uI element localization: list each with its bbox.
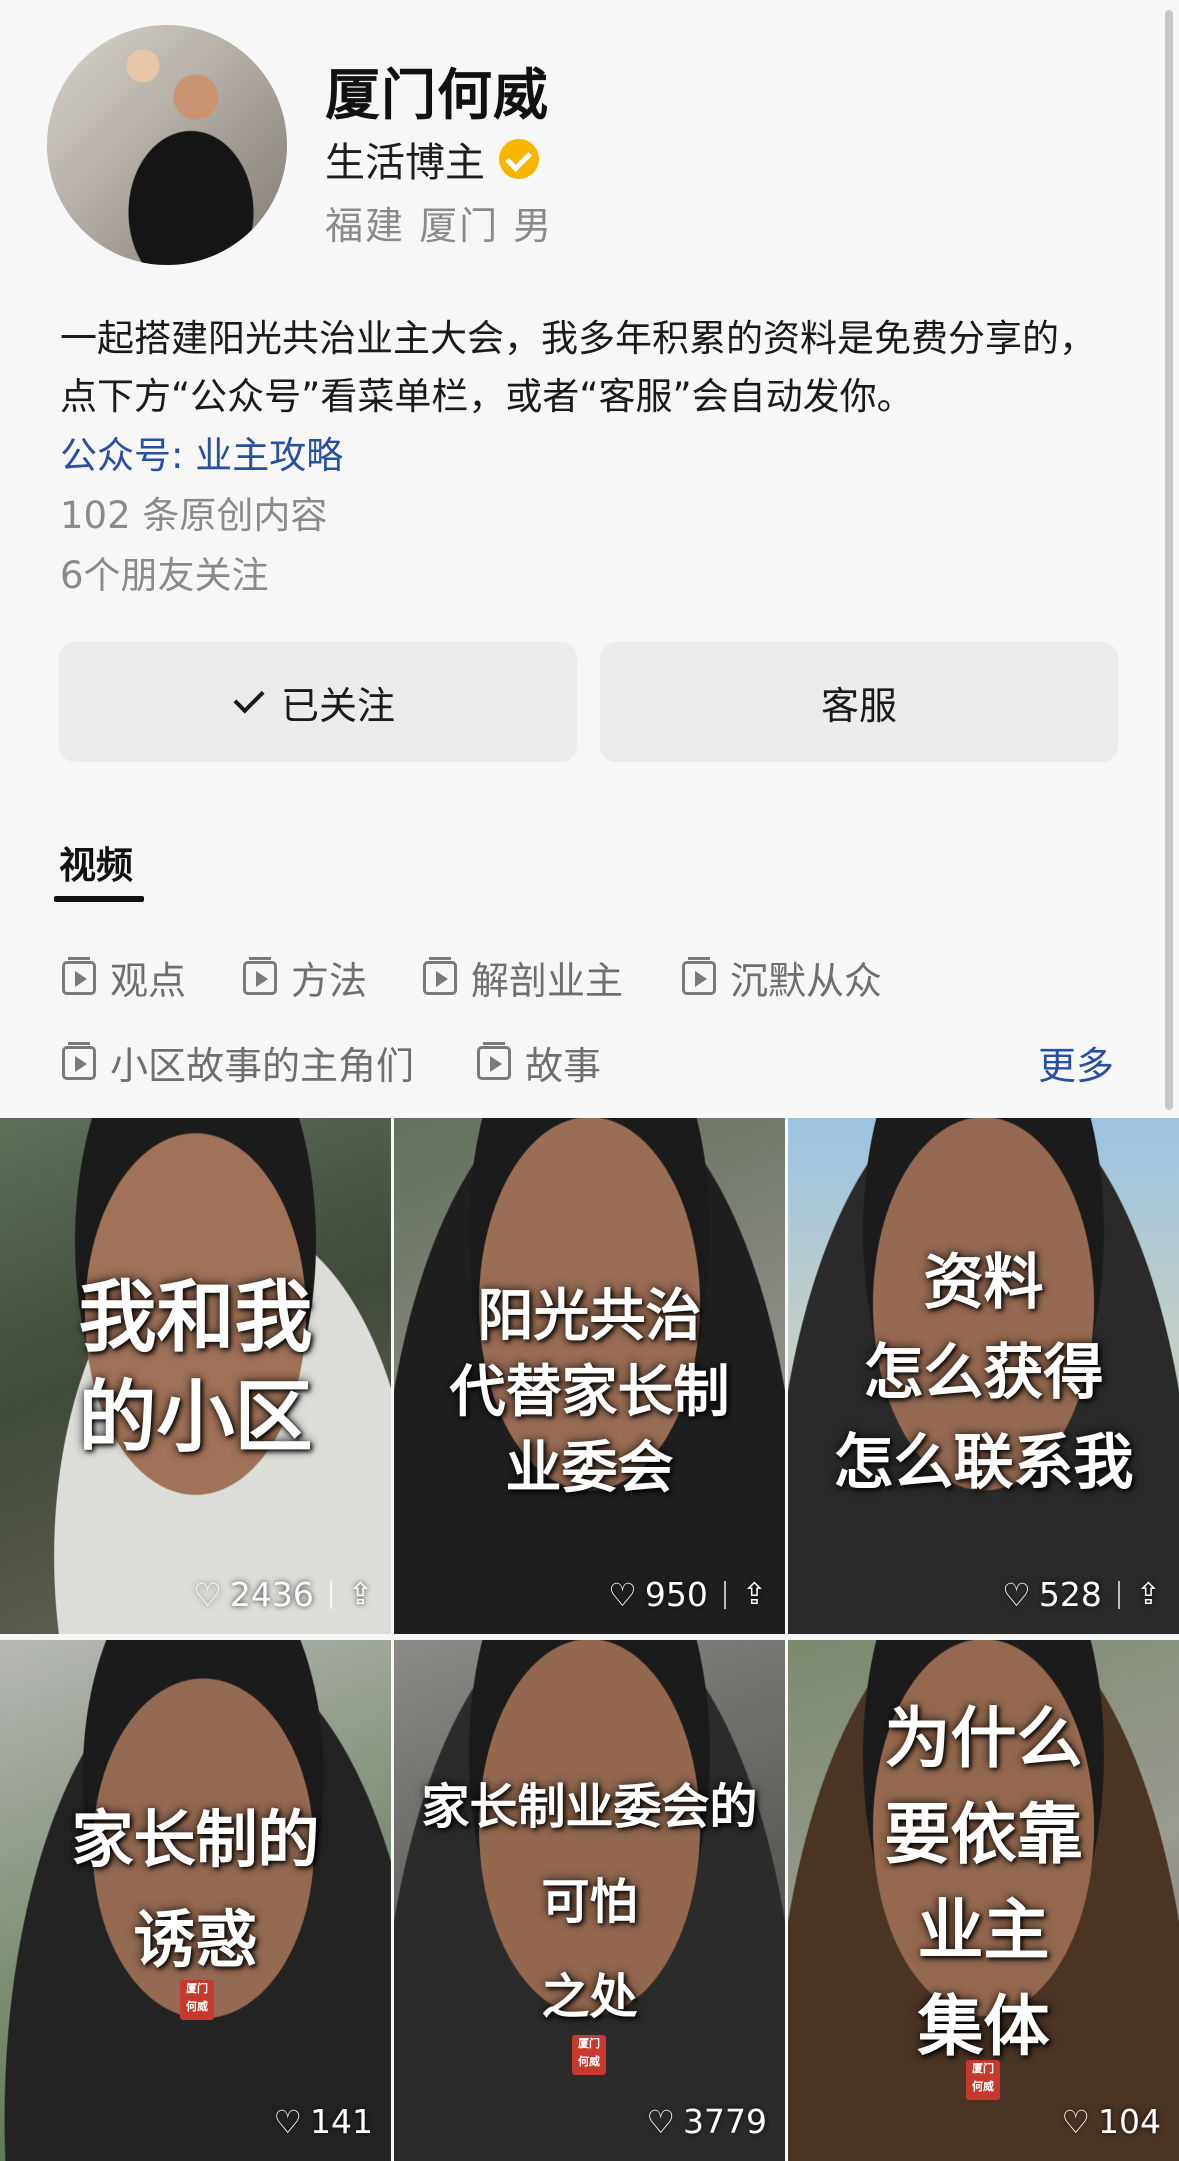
collection-chip-label: 小区故事的主角们 [110,1044,415,1088]
video-caption: 阳光共治 代替家长制 业委会 [449,1283,730,1501]
heart-icon: ♡ [1002,1575,1031,1614]
customer-service-button[interactable]: 客服 [600,642,1118,762]
video-caption: 家长制业委会的 可怕 之处 [421,1779,758,2025]
playlist-icon [423,956,457,995]
pin-top-icon: ⇪ [741,1577,767,1612]
collection-chip-label: 故事 [525,1044,602,1088]
video-stats: ♡ 528 ⇪ [1002,1575,1161,1614]
video-tile[interactable]: 阳光共治 代替家长制 业委会 ♡ 950 ⇪ [394,1118,785,1634]
heart-icon: ♡ [608,1575,637,1614]
playlist-icon [62,956,96,995]
playlist-icon [477,1041,511,1080]
official-account-link[interactable]: 公众号: 业主攻略 [60,425,343,479]
video-tile[interactable]: 家长制的 诱惑 厦门 何威 ♡ 141 [0,1640,391,2161]
pin-top-icon: ⇪ [347,1577,373,1612]
collection-chip-guandian[interactable]: 观点 [62,950,186,1005]
collection-chip-xiaoqu[interactable]: 小区故事的主角们 [62,1035,414,1090]
collection-chip-label: 观点 [110,959,187,1003]
collection-chip-label: 方法 [291,959,368,1003]
video-stats: ♡ 104 [1061,2102,1161,2141]
video-stats: ♡ 3779 [646,2102,767,2141]
profile-page: 厦门何威 生活博主 福建 厦门 男 一起搭建阳光共治业主大会，我多年积累的资料是… [0,0,1179,2161]
divider [723,1580,726,1609]
scrollbar[interactable] [1165,10,1173,1110]
profile-name: 厦门何威 [325,63,550,127]
video-caption: 我和我 的小区 [78,1272,313,1463]
heart-icon: ♡ [646,2102,676,2141]
video-tile[interactable]: 为什么 要依靠 业主 集体 厦门 何威 ♡ 104 [788,1640,1179,2161]
tab-video[interactable]: 视频 [59,835,133,889]
watermark-stamp: 厦门 何威 [966,2060,1000,2100]
heart-icon: ♡ [1061,2102,1090,2141]
playlist-icon [62,1041,96,1080]
customer-service-label: 客服 [820,683,897,728]
check-icon [233,682,265,714]
more-collections-link[interactable]: 更多 [1038,1035,1114,1090]
original-content-count[interactable]: 102 条原创内容 [60,485,327,539]
like-count: 2436 [229,1575,314,1614]
video-tile[interactable]: 我和我 的小区 ♡ 2436 ⇪ [0,1118,391,1634]
video-stats: ♡ 950 ⇪ [608,1575,767,1614]
playlist-icon [682,956,716,995]
collection-chip-jiepou[interactable]: 解剖业主 [423,950,623,1005]
pin-top-icon: ⇪ [1135,1577,1161,1612]
friends-following-count[interactable]: 6个朋友关注 [60,545,269,599]
collection-chip-gushi[interactable]: 故事 [477,1035,601,1090]
video-caption: 资料 怎么获得 怎么联系我 [833,1248,1134,1498]
followed-label: 已关注 [280,683,395,728]
video-tile[interactable]: 家长制业委会的 可怕 之处 厦门 何威 ♡ 3779 [394,1640,785,2161]
collection-chip-label: 沉默从众 [730,959,883,1003]
collection-chip-fangfa[interactable]: 方法 [243,950,367,1005]
profile-bio: 一起搭建阳光共治业主大会，我多年积累的资料是免费分享的，点下方“公众号”看菜单栏… [60,317,1096,418]
watermark-stamp: 厦门 何威 [180,1980,214,2020]
verified-icon [499,139,539,179]
like-count: 104 [1098,2102,1161,2141]
like-count: 950 [644,1575,708,1614]
like-count: 528 [1038,1575,1102,1614]
like-count: 141 [310,2102,373,2141]
video-caption: 为什么 要依靠 业主 集体 [884,1699,1083,2065]
followed-button[interactable]: 已关注 [59,642,577,762]
heart-icon: ♡ [193,1575,222,1614]
video-tile[interactable]: 资料 怎么获得 怎么联系我 ♡ 528 ⇪ [788,1118,1179,1634]
watermark-stamp: 厦门 何威 [572,2035,606,2075]
video-caption: 家长制的 诱惑 [71,1803,320,1976]
heart-icon: ♡ [273,2102,302,2141]
collection-chip-chenmo[interactable]: 沉默从众 [682,950,882,1005]
playlist-icon [243,956,277,995]
like-count: 3779 [683,2102,767,2141]
avatar[interactable] [47,25,287,265]
video-stats: ♡ 141 [273,2102,373,2141]
divider [1117,1580,1120,1609]
video-grid: 我和我 的小区 ♡ 2436 ⇪ 阳光共治 代替家长制 业委会 ♡ 950 ⇪ … [0,1118,1179,2161]
collection-chip-label: 解剖业主 [471,959,624,1003]
profile-role: 生活博主 [325,140,485,186]
video-stats: ♡ 2436 ⇪ [193,1575,373,1614]
divider [329,1580,332,1609]
tab-active-indicator [54,896,144,902]
profile-location: 福建 厦门 男 [325,204,554,248]
role-line: 生活博主 [325,130,539,188]
